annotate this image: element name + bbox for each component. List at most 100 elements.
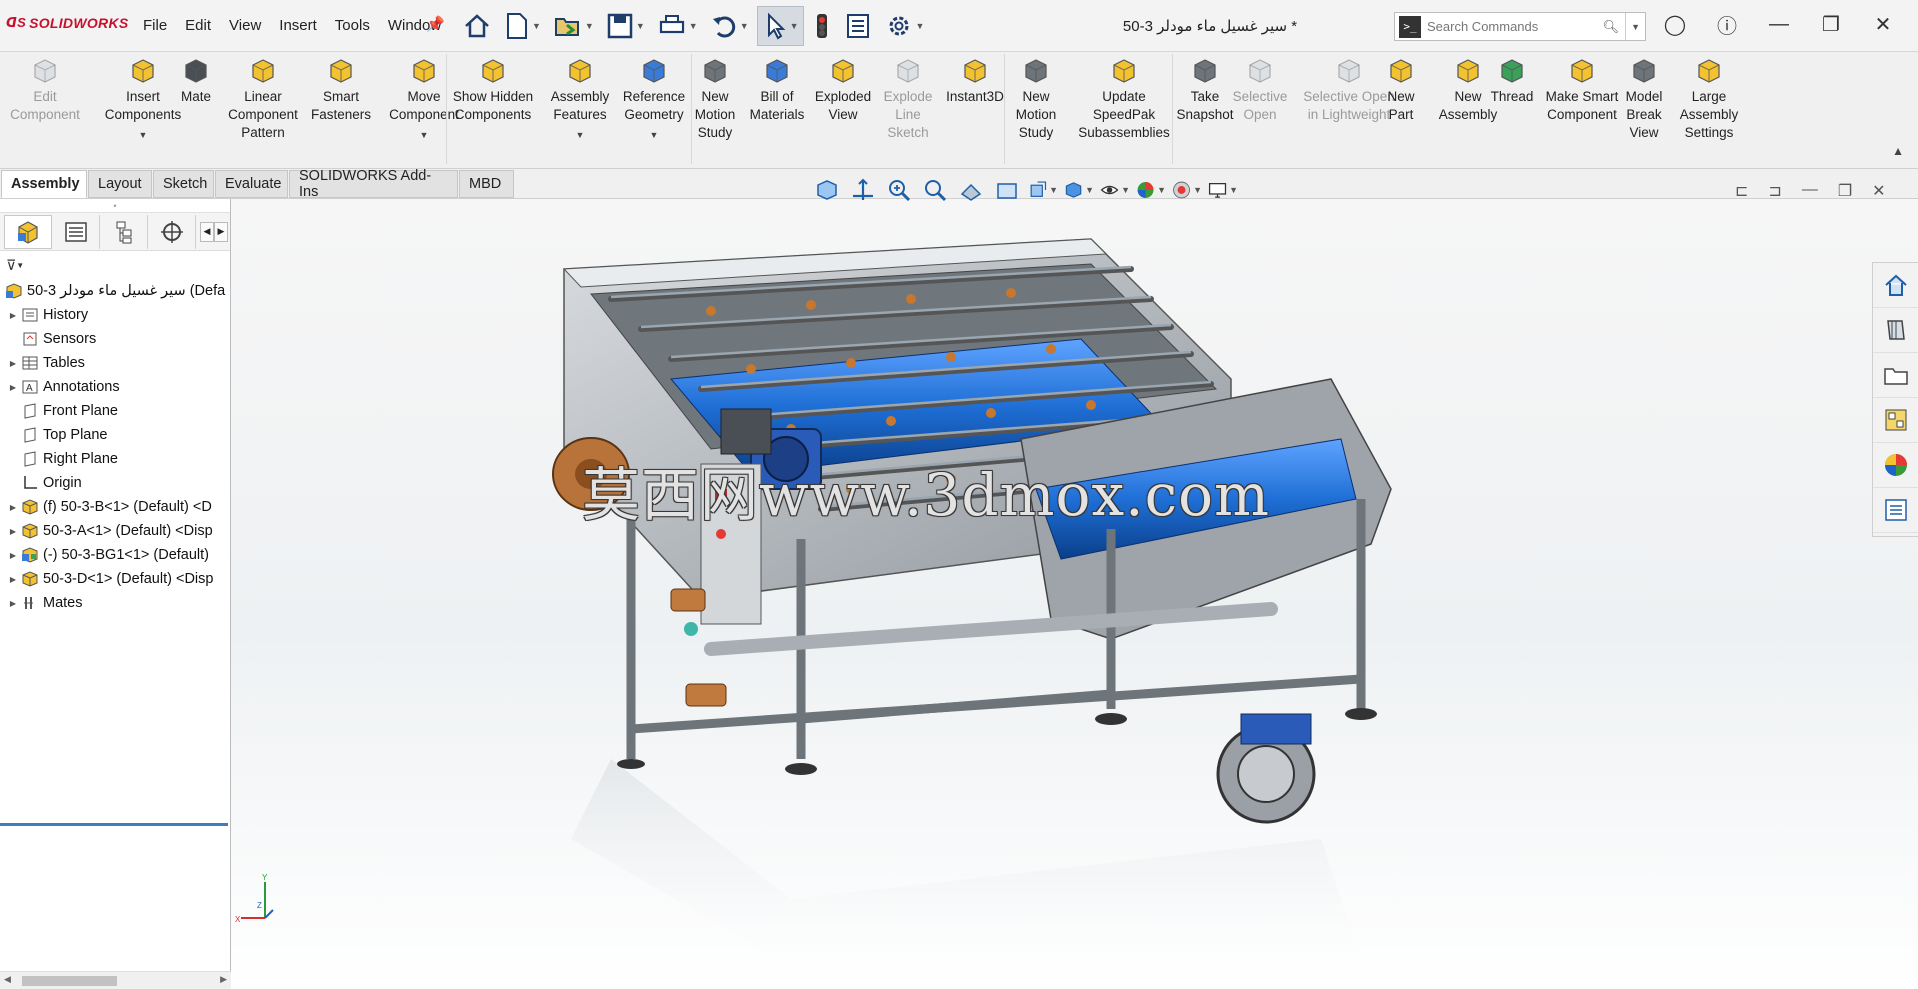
tree-filter[interactable]: ⊽ ▼ [0, 251, 230, 279]
menu-insert[interactable]: Insert [270, 17, 326, 34]
tree-item[interactable]: ▶ History [0, 303, 230, 327]
expand-arrow-icon[interactable]: ▶ [8, 311, 18, 320]
restore-left-icon[interactable]: ⊏ [1735, 181, 1748, 201]
ribbon-camera-button[interactable]: Take Snapshot [1176, 56, 1234, 124]
ribbon-large-assembly-button[interactable]: Large Assembly Settings [1672, 56, 1746, 142]
tab-layout[interactable]: Layout [88, 170, 152, 198]
ribbon-exploded-view-button[interactable]: Exploded View [810, 56, 876, 124]
options-button[interactable]: ▼ [880, 6, 929, 46]
expand-arrow-icon[interactable]: ▶ [8, 359, 18, 368]
open-button[interactable]: ▼ [549, 6, 598, 46]
tab-solidworks-add-ins[interactable]: SOLIDWORKS Add-Ins [289, 168, 458, 200]
design-library-tab[interactable] [1873, 308, 1918, 353]
chevron-down-icon[interactable]: ▼ [139, 126, 148, 144]
menu-view[interactable]: View [220, 17, 270, 34]
chevron-right-icon[interactable]: ▶ [214, 221, 228, 242]
chevron-down-icon[interactable]: ▼ [740, 21, 749, 31]
ribbon-thread-button[interactable]: Thread [1487, 56, 1537, 106]
scroll-left-icon[interactable]: ◀ [4, 974, 11, 985]
ribbon-speedpak-button[interactable]: Update SpeedPak Subassemblies [1074, 56, 1174, 142]
chevron-down-icon[interactable]: ▼ [576, 126, 585, 144]
rebuild-button[interactable] [808, 6, 836, 46]
chevron-down-icon[interactable]: ▼ [1229, 185, 1238, 195]
feature-manager-tab[interactable] [4, 214, 52, 249]
view-palette-tab[interactable] [1873, 398, 1918, 443]
tree-item[interactable]: Front Plane [0, 399, 230, 423]
appearances-tab[interactable] [1873, 443, 1918, 488]
user-account-icon[interactable]: ◯ [1660, 12, 1690, 37]
ribbon-linear-pattern-button[interactable]: Linear Component Pattern [220, 56, 306, 142]
view-settings-button[interactable]: ▼ [1208, 175, 1238, 205]
rollback-bar[interactable] [0, 823, 228, 826]
close-button[interactable]: ✕ [1868, 12, 1898, 37]
ribbon-explode-line-button[interactable]: Explode Line Sketch [878, 56, 938, 142]
chevron-down-icon[interactable]: ▼ [790, 21, 799, 31]
ribbon-reference-geometry-button[interactable]: Reference Geometry ▼ [618, 56, 690, 144]
chevron-down-icon[interactable]: ▼ [1625, 13, 1645, 40]
tab-mbd[interactable]: MBD [459, 170, 514, 198]
select-button[interactable]: ▼ [756, 6, 804, 46]
ribbon-model-break-button[interactable]: Model Break View [1620, 56, 1668, 142]
section-view-button[interactable] [956, 175, 986, 205]
menu-file[interactable]: File [134, 17, 176, 34]
horizontal-scrollbar[interactable]: ◀ ▶ [0, 971, 231, 989]
search-input[interactable]: Search Commands [1427, 19, 1538, 34]
search-commands[interactable]: >_ Search Commands 🔍︎ ▼ [1394, 12, 1646, 41]
chevron-down-icon[interactable]: ▼ [650, 126, 659, 144]
dimxpert-tab[interactable] [148, 214, 196, 249]
chevron-down-icon[interactable]: ▼ [1121, 185, 1130, 195]
tree-item[interactable]: ▶ 50-3-D<1> (Default) <Disp [0, 567, 230, 591]
ribbon-assembly-features-button[interactable]: Assembly Features ▼ [545, 56, 615, 144]
search-icon[interactable]: 🔍︎ [1603, 19, 1620, 35]
file-explorer-tab[interactable] [1873, 353, 1918, 398]
washing-machine-model[interactable] [231, 199, 1918, 989]
graphics-area[interactable]: 莫西网www.3dmox.com [231, 199, 1918, 989]
tree-item[interactable]: Right Plane [0, 447, 230, 471]
expand-arrow-icon[interactable]: ▶ [8, 527, 18, 536]
ribbon-motion-study-button[interactable]: New Motion Study [1009, 56, 1063, 142]
tree-item[interactable]: 50-3 سير غسيل ماء مودلر (Defa [0, 279, 230, 303]
viewport-minimize-icon[interactable]: — [1802, 181, 1818, 201]
viewport-tile-icon[interactable]: ❐ [1838, 181, 1852, 201]
ribbon-smart-component-button[interactable]: Make Smart Component [1541, 56, 1623, 124]
scrollbar-thumb[interactable] [22, 976, 117, 986]
property-manager-tab[interactable] [52, 214, 100, 249]
ribbon-instant3d-button[interactable]: Instant3D [940, 56, 1010, 106]
expand-arrow-icon[interactable]: ▶ [8, 599, 18, 608]
chevron-down-icon[interactable]: ▼ [1157, 185, 1166, 195]
collapse-ribbon-icon[interactable]: ▲ [1892, 144, 1904, 158]
tab-sketch[interactable]: Sketch [153, 170, 214, 198]
tree-item[interactable]: Origin [0, 471, 230, 495]
chevron-down-icon[interactable]: ▼ [532, 21, 541, 31]
tree-item[interactable]: Sensors [0, 327, 230, 351]
custom-properties-tab[interactable] [1873, 488, 1918, 533]
ribbon-new-part-button[interactable]: New Part [1380, 56, 1422, 124]
ribbon-edit-component-button[interactable]: Edit Component [3, 56, 87, 124]
chevron-down-icon[interactable]: ▼ [689, 21, 698, 31]
viewport-close-icon[interactable]: ✕ [1872, 181, 1885, 201]
tab-assembly[interactable]: Assembly [1, 170, 87, 198]
menu-tools[interactable]: Tools [326, 17, 379, 34]
chevron-down-icon[interactable]: ▼ [420, 126, 429, 144]
apply-scene-button[interactable]: ▼ [1172, 175, 1202, 205]
ribbon-show-hidden-button[interactable]: Show Hidden Components [448, 56, 538, 124]
ribbon-selective-open-button[interactable]: Selective Open [1229, 56, 1291, 124]
tree-item[interactable]: ▶ Mates [0, 591, 230, 615]
maximize-button[interactable]: ❐ [1816, 12, 1846, 37]
solidworks-logo[interactable]: ᗡS SOLIDWORKS [6, 15, 129, 31]
ribbon-bom-button[interactable]: Bill of Materials [747, 56, 807, 124]
file-properties-button[interactable] [840, 6, 876, 46]
solidworks-resources-tab[interactable] [1873, 263, 1918, 308]
scroll-right-icon[interactable]: ▶ [220, 974, 227, 985]
tab-evaluate[interactable]: Evaluate [215, 170, 288, 198]
tree-item[interactable]: ▶ (f) 50-3-B<1> (Default) <D [0, 495, 230, 519]
chevron-down-icon[interactable]: ▼ [636, 21, 645, 31]
chevron-left-icon[interactable]: ◀ [200, 221, 214, 242]
zoom-fit-button[interactable] [848, 175, 878, 205]
tree-item[interactable]: ▶ (-) 50-3-BG1<1> (Default) [0, 543, 230, 567]
view-selector-button[interactable]: ▼ [1028, 175, 1058, 205]
undo-button[interactable]: ▼ [706, 6, 753, 46]
panel-grip-icon[interactable]: • [0, 199, 230, 213]
save-button[interactable]: ▼ [602, 6, 649, 46]
dynamic-annotation-button[interactable] [992, 175, 1022, 205]
